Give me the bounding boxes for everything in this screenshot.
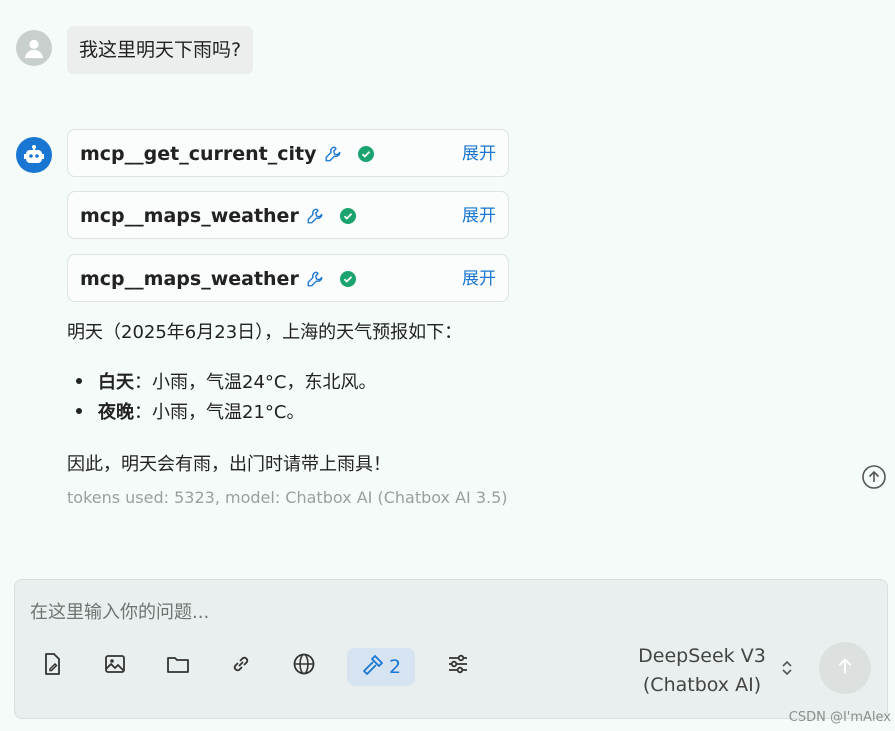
user-avatar-icon — [16, 30, 52, 66]
wrench-icon — [324, 145, 342, 163]
globe-icon[interactable] — [292, 652, 316, 676]
list-item: 白天 ：小雨，气温24°C，东北风。 — [67, 366, 376, 396]
model-selector[interactable]: DeepSeek V3 (Chatbox AI) — [627, 642, 777, 700]
link-icon[interactable] — [229, 652, 253, 676]
answer-intro: 明天（2025年6月23日），上海的天气预报如下： — [67, 322, 463, 343]
file-icon[interactable] — [40, 652, 64, 676]
model-name: DeepSeek V3 — [638, 645, 766, 667]
arrow-up-icon — [834, 655, 856, 681]
wrench-icon — [306, 270, 324, 288]
tool-call-card[interactable]: mcp__maps_weather 展开 — [67, 191, 509, 239]
hammer-icon — [361, 653, 385, 681]
wrench-icon — [306, 207, 324, 225]
model-provider: (Chatbox AI) — [642, 674, 762, 696]
bullet-text: ：小雨，气温24°C，东北风。 — [134, 372, 377, 393]
tool-call-name: mcp__get_current_city — [80, 143, 317, 165]
message-meta: tokens used: 5323, model: Chatbox AI (Ch… — [67, 488, 508, 507]
watermark: CSDN @I'mAlex — [788, 710, 891, 725]
settings-sliders-icon[interactable] — [446, 652, 470, 676]
tool-call-card[interactable]: mcp__maps_weather 展开 — [67, 254, 509, 302]
image-icon[interactable] — [103, 652, 127, 676]
mcp-tools-button[interactable]: 2 — [347, 648, 415, 686]
bullet-label: 夜晚 — [98, 402, 134, 423]
composer: 2 DeepSeek V3 (Chatbox AI) — [14, 579, 888, 719]
expand-button[interactable]: 展开 — [462, 130, 496, 178]
send-button[interactable] — [819, 642, 871, 694]
bullet-dot — [76, 408, 82, 414]
expand-button[interactable]: 展开 — [462, 255, 496, 303]
answer-conclusion: 因此，明天会有雨，出门时请带上雨具！ — [67, 454, 391, 475]
tool-call-card[interactable]: mcp__get_current_city 展开 — [67, 129, 509, 177]
message-input[interactable] — [30, 598, 590, 626]
check-circle-icon — [358, 146, 374, 162]
bullet-dot — [76, 378, 82, 384]
chevron-updown-icon[interactable] — [779, 658, 795, 678]
list-item: 夜晚 ：小雨，气温21°C。 — [67, 396, 376, 426]
check-circle-icon — [340, 271, 356, 287]
check-circle-icon — [340, 208, 356, 224]
user-message: 我这里明天下雨吗? — [67, 26, 254, 74]
tool-call-name: mcp__maps_weather — [80, 205, 299, 227]
mcp-tool-count: 2 — [388, 656, 402, 678]
scroll-up-icon[interactable] — [861, 464, 887, 490]
expand-button[interactable]: 展开 — [462, 192, 496, 240]
tool-call-name: mcp__maps_weather — [80, 268, 299, 290]
bullet-text: ：小雨，气温21°C。 — [134, 402, 305, 423]
answer-bullet-list: 白天 ：小雨，气温24°C，东北风。 夜晚 ：小雨，气温21°C。 — [67, 366, 376, 426]
bot-avatar-icon — [16, 137, 52, 173]
folder-icon[interactable] — [166, 652, 190, 676]
bullet-label: 白天 — [98, 372, 134, 393]
